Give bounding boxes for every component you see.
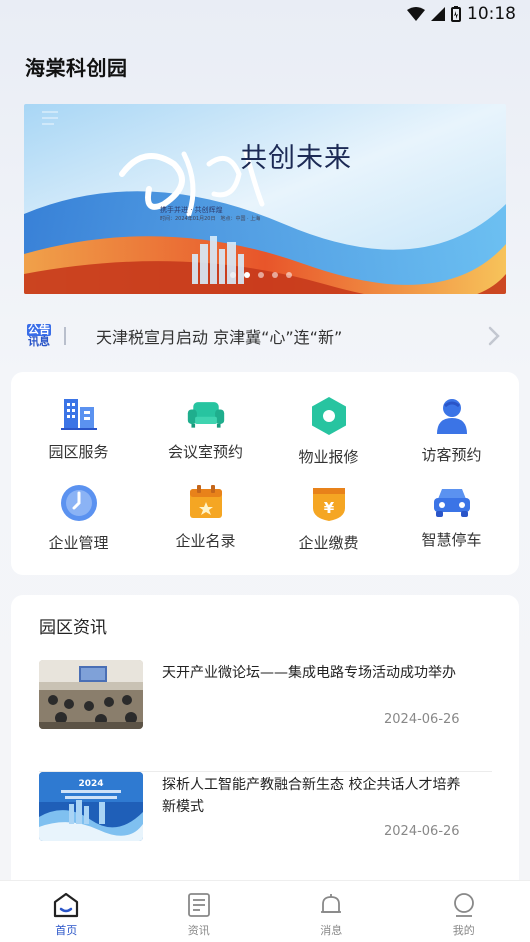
carousel-dot[interactable] [258, 272, 264, 278]
document-icon [185, 891, 213, 919]
news-date: 2024-06-26 [384, 824, 460, 839]
sofa-icon [186, 396, 226, 431]
news-section: 园区资讯 天开产业微论坛——集成电路专场活动成功举办 2024-06-26 20… [11, 595, 519, 895]
svg-text:¥: ¥ [323, 499, 334, 517]
service-label: 企业缴费 [298, 534, 359, 552]
news-item[interactable]: 2024 探析人工智能产教融合新生态 校企共话人才培养新模式 2024-06-2… [39, 772, 492, 884]
notice-badge-bottom: 讯息 [28, 335, 50, 348]
status-icons: 10:18 [407, 4, 516, 24]
carousel-dot[interactable] [272, 272, 278, 278]
buildings-icon [59, 396, 99, 431]
service-visitor[interactable]: 访客预约 [388, 372, 515, 464]
wifi-icon [407, 7, 425, 21]
notice-divider [64, 327, 66, 345]
carousel-indicator [230, 272, 292, 278]
home-icon [52, 891, 80, 919]
user-icon [450, 891, 478, 919]
banner-detail: 时间：2024年01月20日 地点：中国 · 上海 [160, 216, 261, 222]
status-bar: 10:18 [0, 0, 530, 30]
news-headline[interactable]: 探析人工智能产教融合新生态 校企共话人才培养新模式 [162, 774, 462, 818]
calendar-icon [186, 484, 226, 520]
yen-shield-icon: ¥ [309, 484, 349, 522]
signal-icon [431, 7, 445, 21]
news-date: 2024-06-26 [384, 712, 460, 727]
carousel-dot-active[interactable] [244, 272, 250, 278]
chevron-right-icon[interactable] [482, 324, 506, 348]
news-thumbnail: 2024 [39, 772, 143, 841]
bell-icon [317, 891, 345, 919]
tab-news[interactable]: 资讯 [133, 881, 266, 942]
news-headline[interactable]: 天开产业微论坛——集成电路专场活动成功举办 [162, 662, 462, 684]
service-label: 企业名录 [175, 532, 236, 550]
service-label: 智慧停车 [421, 531, 482, 549]
banner-carousel[interactable] [24, 104, 506, 294]
tab-label: 消息 [320, 924, 343, 937]
svg-text:2024: 2024 [78, 779, 103, 789]
tab-home[interactable]: 首页 [0, 881, 133, 942]
service-park-services[interactable]: 园区服务 [15, 372, 142, 462]
service-smart-parking[interactable]: 智慧停车 [388, 460, 515, 550]
service-label: 企业管理 [48, 534, 109, 552]
banner-headline: 共创未来 [240, 143, 352, 174]
person-icon [432, 396, 472, 434]
carousel-dot[interactable] [286, 272, 292, 278]
tab-label: 资讯 [187, 924, 210, 937]
notice-bar[interactable]: 公告 讯息 天津税宣月启动 京津冀“心”连“新” [24, 316, 506, 356]
notice-text[interactable]: 天津税宣月启动 京津冀“心”连“新” [96, 324, 482, 348]
clock-icon [59, 484, 99, 522]
news-item[interactable]: 天开产业微论坛——集成电路专场活动成功举办 2024-06-26 [39, 660, 492, 772]
app-title: 海棠科创园 [25, 56, 128, 80]
news-section-title: 园区资讯 [39, 618, 107, 638]
car-icon [432, 484, 472, 519]
service-meeting-room[interactable]: 会议室预约 [142, 372, 269, 462]
bottom-tab-bar: 首页 资讯 消息 我的 [0, 880, 530, 942]
carousel-dot[interactable] [230, 272, 236, 278]
service-enterprise-mgmt[interactable]: 企业管理 [15, 460, 142, 552]
notice-badge: 公告 讯息 [24, 321, 54, 351]
tab-messages[interactable]: 消息 [265, 881, 398, 942]
news-thumbnail [39, 660, 143, 729]
banner-subline: 携手并进 · 共创辉煌 [160, 206, 223, 214]
service-property-repair[interactable]: 物业报修 [265, 372, 392, 466]
battery-icon [451, 6, 461, 22]
services-grid: 园区服务 会议室预约 物业报修 访客预约 企业管理 企业名录 ¥ 企业缴费 智慧… [11, 372, 519, 575]
service-enterprise-payment[interactable]: ¥ 企业缴费 [265, 460, 392, 552]
service-enterprise-directory[interactable]: 企业名录 [142, 460, 269, 550]
tab-label: 首页 [55, 924, 78, 937]
tab-profile[interactable]: 我的 [398, 881, 530, 942]
status-time: 10:18 [467, 4, 516, 24]
service-label: 会议室预约 [167, 443, 243, 461]
service-label: 园区服务 [48, 443, 109, 461]
tab-label: 我的 [452, 924, 475, 937]
hexagon-repair-icon [309, 396, 349, 436]
banner-image [24, 104, 506, 294]
